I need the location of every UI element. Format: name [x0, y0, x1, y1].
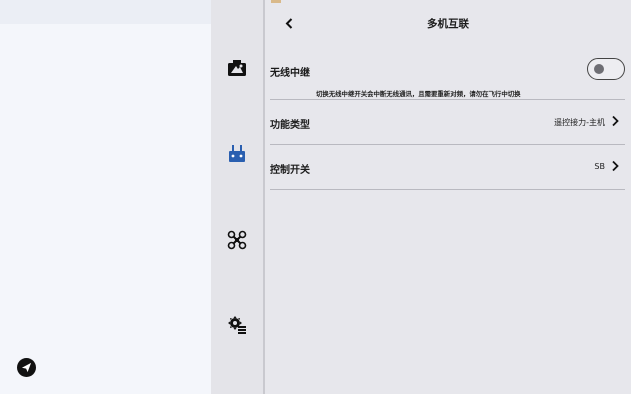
- wireless-relay-row: 无线中继 切换无线中继开关会中断无线通讯，且需要重新对频，请勿在飞行中切换: [270, 58, 625, 100]
- function-type-label: 功能类型: [270, 120, 310, 131]
- settings-page: 多机互联 无线中继 切换无线中继开关会中断无线通讯，且需要重新对频，请勿在飞行中…: [265, 0, 631, 394]
- page-header: 多机互联: [265, 8, 631, 38]
- wireless-relay-toggle[interactable]: [587, 58, 625, 80]
- chevron-right-icon: [612, 115, 619, 127]
- rail-item-general-settings[interactable]: [226, 314, 248, 336]
- function-type-row[interactable]: 功能类型 遥控接力-主机: [270, 100, 625, 145]
- wireless-relay-label: 无线中继: [270, 68, 310, 79]
- wireless-relay-hint: 切换无线中继开关会中断无线通讯，且需要重新对频，请勿在飞行中切换: [316, 90, 521, 98]
- drone-icon: [227, 230, 247, 250]
- chevron-right-icon: [612, 160, 619, 172]
- gear-settings-icon: [228, 316, 246, 334]
- left-panel: [0, 0, 211, 394]
- function-type-value: 遥控接力-主机: [554, 118, 605, 127]
- camera-icon: [228, 60, 246, 76]
- page-title: 多机互联: [427, 18, 469, 30]
- top-accent: [271, 0, 281, 3]
- rail-item-drone[interactable]: [226, 229, 248, 251]
- control-switch-row[interactable]: 控制开关 SB: [270, 145, 625, 190]
- toggle-knob: [594, 64, 604, 74]
- settings-rail: [211, 0, 263, 394]
- rail-item-camera[interactable]: [226, 57, 248, 79]
- left-panel-header: [0, 0, 211, 24]
- remote-controller-icon: [229, 145, 245, 162]
- rail-item-remote-controller[interactable]: [226, 143, 248, 165]
- control-switch-value: SB: [594, 162, 605, 171]
- send-icon: [21, 362, 32, 373]
- control-switch-label: 控制开关: [270, 165, 310, 176]
- send-button[interactable]: [17, 358, 36, 377]
- row-divider: [270, 189, 625, 190]
